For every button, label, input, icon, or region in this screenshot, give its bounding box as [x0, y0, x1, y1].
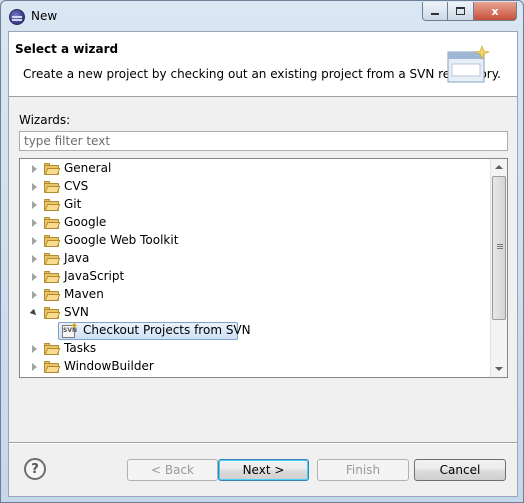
- collapsed-arrow-icon[interactable]: [32, 345, 37, 353]
- collapsed-arrow-icon[interactable]: [32, 255, 37, 263]
- tree-node[interactable]: Git: [20, 196, 490, 214]
- tree-node[interactable]: Tasks: [20, 340, 490, 358]
- svn-checkout-icon: SVN ✦: [61, 321, 78, 339]
- tree-node-label: SVN: [64, 305, 89, 319]
- filter-input[interactable]: [19, 131, 508, 151]
- tree-node[interactable]: SVN: [20, 304, 490, 322]
- tree-node[interactable]: Google: [20, 214, 490, 232]
- collapsed-arrow-icon[interactable]: [32, 237, 37, 245]
- page-description: Create a new project by checking out an …: [23, 67, 501, 81]
- folder-icon: [44, 289, 61, 301]
- tree-node-label: Maven: [64, 287, 104, 301]
- cancel-button[interactable]: Cancel: [414, 459, 506, 481]
- scroll-up-icon[interactable]: [495, 165, 503, 169]
- tree-node-svn-checkout[interactable]: SVN ✦ Checkout Projects from SVN: [20, 321, 490, 340]
- finish-button[interactable]: Finish: [317, 459, 409, 481]
- tree-node-label: Google Web Toolkit: [64, 233, 179, 247]
- collapsed-arrow-icon[interactable]: [32, 165, 37, 173]
- folder-icon: [44, 271, 61, 283]
- collapsed-arrow-icon[interactable]: [32, 183, 37, 191]
- minimize-button[interactable]: [422, 2, 448, 21]
- window-controls: x: [422, 2, 517, 21]
- tree-node-label: Tasks: [64, 341, 97, 355]
- collapsed-arrow-icon[interactable]: [32, 291, 37, 299]
- page-title: Select a wizard: [15, 42, 119, 56]
- maximize-button[interactable]: [448, 2, 474, 21]
- expanded-arrow-icon[interactable]: [29, 308, 39, 318]
- collapsed-arrow-icon[interactable]: [32, 363, 37, 371]
- scroll-down-icon[interactable]: [495, 367, 503, 371]
- tree-node-label: Checkout Projects from SVN: [83, 323, 251, 337]
- tree-node-label: Java: [64, 251, 90, 265]
- folder-icon: [44, 235, 61, 247]
- tree-node-label: JavaScript: [64, 269, 125, 283]
- collapsed-arrow-icon[interactable]: [32, 273, 37, 281]
- folder-icon: [44, 307, 61, 319]
- back-button[interactable]: < Back: [127, 459, 218, 481]
- folder-icon: [44, 253, 61, 265]
- tree-node[interactable]: WindowBuilder: [20, 358, 490, 376]
- tree-node[interactable]: Google Web Toolkit: [20, 232, 490, 250]
- maximize-icon: [456, 7, 465, 15]
- eclipse-icon: [9, 9, 25, 25]
- minimize-icon: [431, 13, 439, 15]
- tree-node[interactable]: CVS: [20, 178, 490, 196]
- button-bar-separator: [9, 442, 517, 444]
- tree-node-label: Google: [64, 215, 107, 229]
- tree-node[interactable]: JavaScript: [20, 268, 490, 286]
- folder-icon: [44, 181, 61, 193]
- title-bar[interactable]: New x: [1, 1, 523, 31]
- help-icon: ?: [31, 461, 39, 477]
- wizard-banner-icon: [447, 45, 490, 83]
- scroll-thumb[interactable]: [492, 176, 506, 320]
- help-button[interactable]: ?: [24, 458, 46, 480]
- folder-icon: [44, 361, 61, 373]
- tree-node[interactable]: General: [20, 160, 490, 178]
- tree-node-label: Git: [64, 197, 82, 211]
- tree-scrollbar[interactable]: [490, 159, 507, 377]
- folder-icon: [44, 163, 61, 175]
- folder-icon: [44, 343, 61, 355]
- tree-node[interactable]: Maven: [20, 286, 490, 304]
- window-title: New: [31, 9, 58, 23]
- tree-node-label: General: [64, 161, 112, 175]
- folder-icon: [44, 199, 61, 211]
- dialog-window: New x Select a wizard Create a new proje…: [0, 0, 524, 503]
- folder-icon: [44, 217, 61, 229]
- next-button[interactable]: Next >: [218, 459, 309, 481]
- collapsed-arrow-icon[interactable]: [32, 219, 37, 227]
- wizard-header: Select a wizard Create a new project by …: [9, 32, 517, 97]
- tree-node-label: CVS: [64, 179, 89, 193]
- tree-node-label: WindowBuilder: [64, 359, 154, 373]
- tree-node[interactable]: Java: [20, 250, 490, 268]
- close-button[interactable]: x: [474, 2, 517, 21]
- grip-icon: [497, 244, 503, 245]
- close-icon: x: [491, 4, 499, 18]
- dialog-client-area: Select a wizard Create a new project by …: [8, 31, 518, 497]
- wizard-tree[interactable]: General CVS Git Google Google Web Toolkit Jav…: [19, 158, 508, 378]
- collapsed-arrow-icon[interactable]: [32, 201, 37, 209]
- wizards-label: Wizards:: [19, 113, 71, 127]
